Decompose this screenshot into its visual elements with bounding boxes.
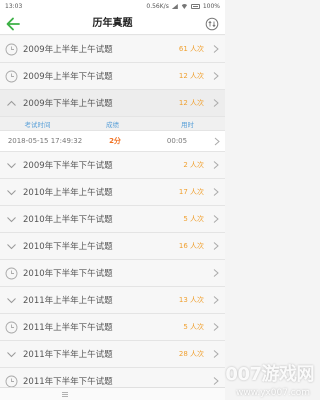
clock-icon [5,375,18,387]
attempt-count: 61 人次 [178,45,204,53]
exam-year-row[interactable]: 2010年下半年下午试题 [0,260,225,287]
attempt-count: 13 人次 [178,296,204,304]
exam-year-name: 2010年上半年上午试题 [23,188,113,198]
chevron-down-icon [7,189,16,195]
exam-year-row[interactable]: 2011年下半年上午试题 28 人次 [0,341,225,368]
record-score: 2分 [109,137,121,145]
detail-header-time: 考试时间 [24,120,51,129]
page-title: 历年真题 [92,18,133,29]
exam-year-row[interactable]: 2010年上半年上午试题 17 人次 [0,179,225,206]
exam-year-row[interactable]: 2011年上半年上午试题 13 人次 [0,287,225,314]
attempt-count: 5 人次 [183,323,204,331]
detail-header-score: 成绩 [106,120,119,129]
exam-year-row[interactable]: 2009年下半年下午试题 2 人次 [0,152,225,179]
chevron-right-icon [213,99,219,107]
chevron-down-icon [7,216,16,222]
menu-icon[interactable] [62,392,68,397]
exam-year-row[interactable]: 2009年上半年上午试题 61 人次 [0,36,225,63]
chevron-right-icon [213,269,219,277]
chevron-up-icon [7,100,16,106]
attempt-count: 2 人次 [183,161,204,169]
exam-year-name: 2009年上半年上午试题 [23,45,113,55]
attempt-count: 28 人次 [178,350,204,358]
detail-header: 考试时间 成绩 用时 [0,117,225,131]
exam-year-name: 2011年下半年上午试题 [23,350,113,360]
exam-year-name: 2011年上半年下午试题 [23,323,113,333]
signal-icon [171,4,178,9]
chevron-right-icon [213,161,219,169]
chevron-down-icon [7,297,16,303]
attempt-count: 16 人次 [178,242,204,250]
clock-icon [5,70,18,82]
status-indicators: 0.56K/s 100% [146,3,220,10]
exam-year-row[interactable]: 2009年下半年上午试题 12 人次 [0,90,225,117]
exam-year-row[interactable]: 2010年上半年下午试题 5 人次 [0,206,225,233]
exam-year-name: 2010年下半年上午试题 [23,242,113,252]
chevron-down-icon [7,351,16,357]
detail-header-duration: 用时 [181,120,194,129]
chevron-down-icon [7,243,16,249]
chevron-right-icon [213,296,219,304]
exam-record-row[interactable]: 2018-05-15 17:49:32 2分 00:05 [0,131,225,152]
exam-year-name: 2011年下半年下午试题 [23,377,113,387]
watermark-brand: 007游戏网 [225,364,314,385]
exam-year-list: 2009年上半年上午试题 61 人次 2009年上半年下午试题 12 人次 2009年下… [0,36,225,395]
chevron-right-icon [213,350,219,358]
chevron-right-icon [213,45,219,53]
network-speed: 0.56K/s [146,3,169,10]
attempt-count: 12 人次 [178,72,204,80]
exam-year-row[interactable]: 2009年上半年下午试题 12 人次 [0,63,225,90]
record-time: 2018-05-15 17:49:32 [7,137,83,145]
status-bar: 13:03 0.56K/s 100% [0,0,225,13]
chevron-right-icon [213,72,219,80]
chevron-right-icon [213,242,219,250]
chevron-right-icon [214,137,220,145]
status-time: 13:03 [5,3,23,10]
exam-year-name: 2010年上半年下午试题 [23,215,113,225]
exam-year-name: 2010年下半年下午试题 [23,269,113,279]
attempt-count: 5 人次 [183,215,204,223]
chevron-right-icon [213,323,219,331]
clock-icon [5,267,18,279]
nav-bar [0,387,225,400]
battery-icon [190,4,200,9]
attempt-count: 17 人次 [178,188,204,196]
exam-year-name: 2009年下半年下午试题 [23,161,113,171]
chevron-right-icon [213,188,219,196]
watermark-url: www.yx007.com [235,388,310,398]
exam-year-name: 2009年上半年下午试题 [23,72,113,82]
chevron-right-icon [213,377,219,385]
exam-year-name: 2009年下半年上午试题 [23,99,113,109]
wifi-icon [180,4,188,9]
exam-year-row[interactable]: 2011年上半年下午试题 5 人次 [0,314,225,341]
clock-icon [5,321,18,333]
record-duration: 00:05 [166,137,188,145]
exam-year-name: 2011年上半年上午试题 [23,296,113,306]
sync-icon[interactable] [205,17,219,31]
exam-year-row[interactable]: 2010年下半年上午试题 16 人次 [0,233,225,260]
chevron-down-icon [7,162,16,168]
clock-icon [5,43,18,55]
chevron-right-icon [213,215,219,223]
attempt-count: 12 人次 [178,99,204,107]
app-header: 历年真题 [0,13,225,35]
battery-level: 100% [202,3,220,10]
